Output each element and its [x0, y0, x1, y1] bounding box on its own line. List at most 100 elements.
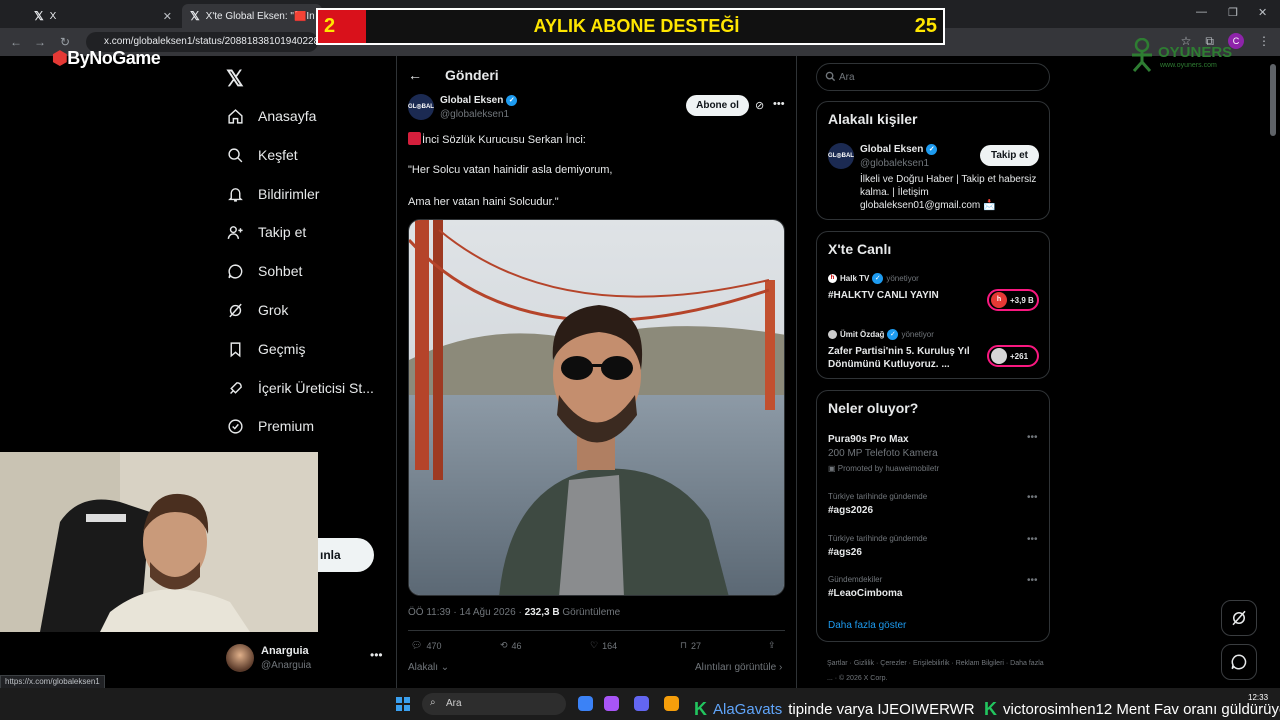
live-host[interactable]: Ümit Özdağ ✓ yönetiyor: [828, 329, 934, 340]
verified-badge-icon: ✓: [926, 144, 938, 155]
like-button[interactable]: ♡ 164: [590, 640, 617, 651]
back-icon[interactable]: ←: [10, 35, 22, 49]
bell-icon: [226, 185, 244, 203]
maximize-icon[interactable]: ❐: [1228, 6, 1238, 19]
tweet-photo[interactable]: [408, 219, 785, 596]
related-user-name[interactable]: Global Eksen ✓: [860, 144, 938, 155]
trend-name[interactable]: #ags2026: [828, 505, 873, 516]
halktv-logo-icon: h: [828, 274, 837, 283]
promoted-trend-name[interactable]: Pura90s Pro Max: [828, 434, 909, 445]
page-title: Gönderi: [445, 67, 499, 83]
webcam-overlay: [0, 452, 318, 632]
account-name: Anarguia: [261, 645, 309, 657]
app-icon[interactable]: [604, 696, 619, 711]
reply-icon: 💬︎: [411, 640, 423, 650]
share-icon: ⇪: [768, 640, 776, 650]
live-title[interactable]: Zafer Partisi'nin 5. Kuruluş Yıl Dönümün…: [828, 345, 978, 371]
chat-icon: [1231, 654, 1247, 670]
chat-icon: [226, 262, 244, 280]
tab-label: X'te Global Eksen: "🟥İnci Sö: [205, 10, 314, 22]
app-icon[interactable]: [578, 696, 593, 711]
bookmark-icon: [226, 340, 244, 358]
nav-explore[interactable]: Keşfet: [226, 140, 298, 170]
related-user-handle[interactable]: @globaleksen1: [860, 158, 929, 169]
scrollbar[interactable]: [1270, 64, 1276, 136]
reload-icon[interactable]: ↻: [60, 35, 70, 49]
account-switcher[interactable]: Anarguia @Anarguia •••: [226, 644, 386, 678]
follow-button[interactable]: Takip et: [980, 145, 1039, 166]
taskbar-search[interactable]: ⌕ Ara: [422, 693, 566, 715]
minimize-icon[interactable]: —: [1196, 6, 1207, 18]
more-icon[interactable]: •••: [1027, 575, 1038, 586]
nav-creator-studio[interactable]: İçerik Üreticisi St...: [226, 373, 374, 403]
live-listeners-pill[interactable]: +261: [987, 345, 1039, 367]
repost-button[interactable]: ⟲ 46: [500, 640, 522, 651]
card-title: X'te Canlı: [828, 241, 892, 257]
kick-icon: K: [694, 699, 707, 719]
nav-follow[interactable]: Takip et: [226, 217, 306, 247]
bynogame-logo: ⬢ByNoGame: [52, 48, 161, 68]
bookmark-button[interactable]: ⊓ 27: [680, 640, 701, 651]
nav-premium[interactable]: Premium: [226, 411, 314, 441]
menu-icon[interactable]: ⋮: [1258, 34, 1270, 48]
card-title: Neler oluyor?: [828, 400, 919, 416]
live-title[interactable]: #HALKTV CANLI YAYIN: [828, 289, 978, 302]
related-dropdown[interactable]: Alakalı ⌄: [408, 662, 449, 673]
repost-icon: ⟲: [500, 640, 508, 650]
author-avatar[interactable]: GL◎BAL: [408, 94, 434, 120]
footer-links[interactable]: Şartlar · Gizlilik · Çerezler · Erişileb…: [827, 656, 1047, 686]
search-icon: [226, 146, 244, 164]
avatar[interactable]: GL◎BAL: [828, 143, 854, 169]
view-quotes-link[interactable]: Alıntıları görüntüle ›: [695, 662, 782, 673]
more-icon[interactable]: •••: [1027, 534, 1038, 545]
share-button[interactable]: ⇪: [768, 640, 776, 651]
live-host[interactable]: h Halk TV ✓ yönetiyor: [828, 273, 919, 284]
nav-grok[interactable]: Grok: [226, 295, 288, 325]
nav-notifications[interactable]: Bildirimler: [226, 179, 319, 209]
back-arrow-icon[interactable]: ←: [408, 67, 422, 83]
related-people-card: Alakalı kişiler GL◎BAL Global Eksen ✓ @gl…: [816, 101, 1050, 220]
author-name[interactable]: Global Eksen ✓: [440, 95, 518, 106]
close-icon[interactable]: ✕: [163, 10, 172, 23]
subscribe-button[interactable]: Abone ol: [686, 95, 749, 116]
trend-name[interactable]: #ags26: [828, 547, 862, 558]
nav-bookmarks[interactable]: Geçmiş: [226, 334, 305, 364]
tweet-text-line: Ama her vatan haini Solcudur.": [408, 196, 559, 208]
taskbar: ⌕ Ara K AlaGavats tipinde varya IJEOIWERWR …: [0, 688, 1280, 720]
grok-icon[interactable]: ⊘: [755, 99, 764, 112]
trend-name[interactable]: #LeaoCimboma: [828, 588, 902, 599]
messages-float-button[interactable]: [1221, 644, 1257, 680]
browser-tab[interactable]: 𝕏 X ✕: [26, 4, 180, 28]
forward-icon[interactable]: →: [34, 35, 46, 49]
trend-category: Türkiye tarihinde gündemde: [828, 492, 928, 501]
follow-icon: [226, 223, 244, 241]
mascot-icon: [1132, 38, 1152, 72]
folder-icon[interactable]: [664, 696, 679, 711]
app-icon[interactable]: [634, 696, 649, 711]
reply-button[interactable]: 💬︎ 470: [411, 640, 441, 651]
column-divider: [796, 56, 797, 688]
more-icon[interactable]: •••: [1027, 432, 1038, 443]
browser-tab-active[interactable]: 𝕏 X'te Global Eksen: "🟥İnci Sö: [182, 4, 322, 28]
nav-home[interactable]: Anasayfa: [226, 101, 316, 131]
grok-float-button[interactable]: [1221, 600, 1257, 636]
promoted-by: ▣ Promoted by huaweimobiletr: [828, 464, 940, 473]
x-logo-icon: 𝕏: [34, 9, 44, 23]
nav-chat[interactable]: Sohbet: [226, 256, 302, 286]
grok-icon: [1232, 610, 1246, 626]
close-window-icon[interactable]: ✕: [1258, 6, 1267, 19]
avatar: [226, 644, 254, 672]
windows-start-icon[interactable]: [396, 697, 410, 711]
live-listeners-pill[interactable]: h +3,9 B: [987, 289, 1039, 311]
search-icon: [825, 71, 836, 82]
author-handle[interactable]: @globaleksen1: [440, 109, 509, 120]
more-icon[interactable]: •••: [1027, 492, 1038, 503]
trend-category: Gündemdekiler: [828, 575, 883, 584]
tweet-meta: ÖÖ 11:39 · 14 Ağu 2026 · 232,3 B Görüntü…: [408, 607, 621, 618]
search-input[interactable]: Ara: [816, 63, 1050, 91]
more-icon[interactable]: •••: [370, 648, 383, 662]
more-icon[interactable]: •••: [773, 98, 785, 110]
show-more-link[interactable]: Daha fazla göster: [828, 620, 906, 631]
x-logo-icon[interactable]: 𝕏: [226, 66, 244, 92]
status-url: https://x.com/globaleksen1: [0, 675, 105, 689]
